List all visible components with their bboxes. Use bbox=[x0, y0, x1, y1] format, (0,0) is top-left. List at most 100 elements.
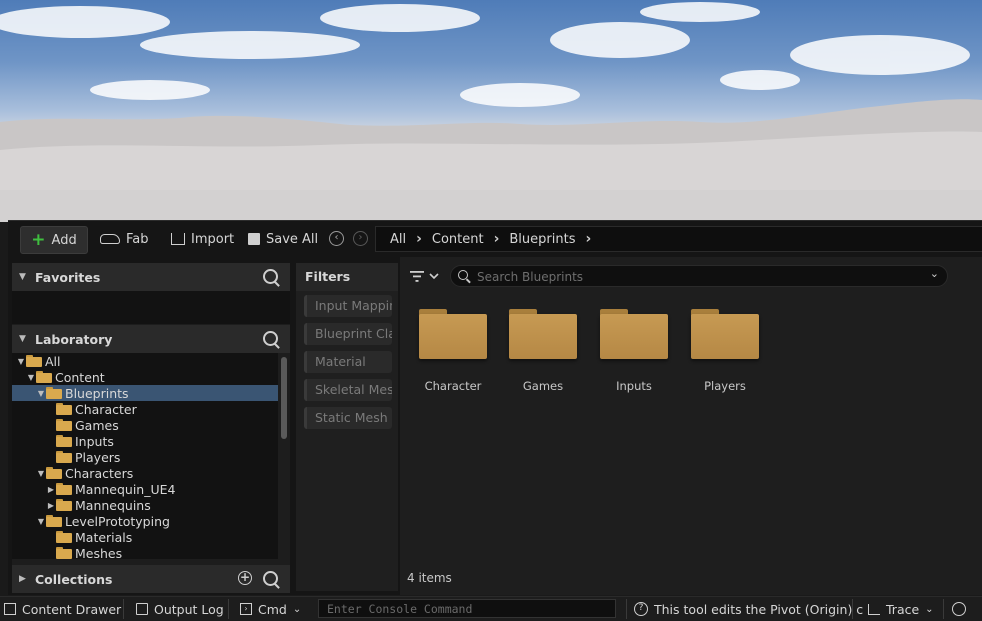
filter-chip[interactable]: Material bbox=[304, 351, 392, 373]
collections-header[interactable]: ▶ Collections + bbox=[12, 565, 290, 593]
folder-icon bbox=[46, 387, 62, 399]
tree-item-label: Inputs bbox=[75, 433, 114, 449]
console-command-field[interactable] bbox=[318, 599, 616, 618]
expand-arrow-icon[interactable]: ▼ bbox=[36, 389, 46, 398]
plus-icon: + bbox=[31, 229, 46, 250]
favorites-list bbox=[12, 291, 290, 324]
add-collection-icon[interactable]: + bbox=[238, 571, 252, 585]
search-bar[interactable]: ⌄ bbox=[450, 265, 948, 287]
tree-item[interactable]: Materials bbox=[12, 529, 278, 545]
tree-item-label: Content bbox=[55, 369, 105, 385]
filter-chip[interactable]: Skeletal Mes bbox=[304, 379, 392, 401]
tree-item[interactable]: Players bbox=[12, 449, 278, 465]
search-icon bbox=[458, 270, 468, 280]
content-browser-toolbar: + Add Fab Import Save All ‹ › All › Cont… bbox=[8, 221, 982, 257]
breadcrumb-all[interactable]: All bbox=[390, 232, 406, 247]
content-drawer-icon bbox=[4, 603, 16, 615]
save-icon bbox=[248, 233, 260, 245]
folder-tile-character[interactable]: Character bbox=[413, 305, 493, 393]
folder-tile-players[interactable]: Players bbox=[685, 305, 765, 393]
filter-chip[interactable]: Static Mesh bbox=[304, 407, 392, 429]
collapse-triangle-icon[interactable]: ▼ bbox=[19, 334, 29, 344]
favorites-header[interactable]: ▼ Favorites bbox=[12, 263, 290, 291]
tree-item-label: Players bbox=[75, 449, 121, 465]
folder-icon bbox=[56, 403, 72, 415]
output-log-button[interactable]: Output Log bbox=[136, 597, 224, 621]
favorites-title: Favorites bbox=[35, 269, 101, 285]
tree-item-label: Materials bbox=[75, 529, 133, 545]
filter-chip[interactable]: Input Mappin bbox=[304, 295, 392, 317]
add-label: Add bbox=[51, 232, 77, 248]
fab-button[interactable]: Fab bbox=[100, 226, 149, 252]
folder-icon bbox=[419, 309, 487, 359]
breadcrumb: All › Content › Blueprints › bbox=[375, 226, 982, 252]
tree-item[interactable]: ▶ Mannequin_UE4 bbox=[12, 481, 278, 497]
chevron-right-icon[interactable]: › bbox=[585, 231, 591, 247]
tree-item[interactable]: ▼ LevelPrototyping bbox=[12, 513, 278, 529]
collapse-triangle-icon[interactable]: ▼ bbox=[19, 272, 29, 282]
tree-item-label: LevelPrototyping bbox=[65, 513, 170, 529]
search-input[interactable] bbox=[475, 268, 919, 286]
save-all-label: Save All bbox=[266, 231, 319, 247]
folder-label: Players bbox=[704, 379, 746, 393]
chevron-down-icon[interactable]: ⌄ bbox=[930, 267, 939, 280]
import-label: Import bbox=[191, 231, 235, 247]
trace-button[interactable]: Trace ⌄ bbox=[868, 597, 934, 621]
tree-item[interactable]: Character bbox=[12, 401, 278, 417]
back-arrow-icon[interactable]: ‹ bbox=[329, 231, 344, 246]
filter-dropdown-button[interactable] bbox=[410, 269, 444, 285]
expand-arrow-icon[interactable]: ▼ bbox=[26, 373, 36, 382]
expand-triangle-icon[interactable]: ▶ bbox=[19, 574, 29, 584]
expand-arrow-icon[interactable]: ▼ bbox=[16, 357, 26, 366]
folder-icon bbox=[26, 355, 42, 367]
level-viewport[interactable] bbox=[0, 0, 982, 222]
tree-item[interactable]: Meshes bbox=[12, 545, 278, 559]
filter-chip[interactable]: Blueprint Cla bbox=[304, 323, 392, 345]
add-button[interactable]: + Add bbox=[20, 226, 88, 254]
laboratory-header[interactable]: ▼ Laboratory bbox=[12, 325, 290, 353]
tree-scrollbar[interactable] bbox=[281, 357, 287, 439]
chevron-right-icon[interactable]: › bbox=[494, 231, 500, 247]
tree-item[interactable]: ▼ All bbox=[12, 353, 278, 369]
chevron-down-icon[interactable]: ⌄ bbox=[293, 604, 301, 615]
tree-item[interactable]: ▶ Mannequins bbox=[12, 497, 278, 513]
import-button[interactable]: Import bbox=[171, 226, 234, 252]
folder-tile-inputs[interactable]: Inputs bbox=[594, 305, 674, 393]
trace-label: Trace bbox=[886, 601, 920, 617]
folder-icon bbox=[509, 309, 577, 359]
expand-arrow-icon[interactable]: ▼ bbox=[36, 469, 46, 478]
tree-item[interactable]: Inputs bbox=[12, 433, 278, 449]
expand-arrow-icon[interactable]: ▼ bbox=[36, 517, 46, 526]
tree-item[interactable]: ▼ Blueprints bbox=[12, 385, 278, 401]
console-input[interactable] bbox=[319, 600, 615, 617]
content-drawer-button[interactable]: Content Drawer bbox=[4, 597, 121, 621]
fab-icon bbox=[100, 234, 120, 244]
help-icon: ? bbox=[634, 602, 648, 616]
breadcrumb-content[interactable]: Content bbox=[432, 232, 484, 247]
save-all-button[interactable]: Save All bbox=[248, 226, 318, 252]
chevron-down-icon[interactable]: ⌄ bbox=[925, 604, 933, 615]
folder-icon bbox=[56, 547, 72, 559]
output-log-label: Output Log bbox=[154, 601, 224, 617]
source-control-button[interactable] bbox=[952, 597, 966, 621]
content-drawer-label: Content Drawer bbox=[22, 601, 122, 617]
collapse-arrow-icon[interactable]: ▶ bbox=[46, 485, 56, 494]
folder-icon bbox=[36, 371, 52, 383]
forward-arrow-icon[interactable]: › bbox=[353, 231, 368, 246]
search-icon[interactable] bbox=[263, 269, 278, 284]
tree-item-label: Meshes bbox=[75, 545, 123, 560]
breadcrumb-blueprints[interactable]: Blueprints bbox=[509, 232, 575, 247]
collapse-arrow-icon[interactable]: ▶ bbox=[46, 501, 56, 510]
fab-label: Fab bbox=[126, 231, 149, 247]
status-bar: Content Drawer Output Log › Cmd ⌄ ? This… bbox=[0, 596, 982, 621]
tree-item[interactable]: Games bbox=[12, 417, 278, 433]
filter-icon bbox=[410, 271, 439, 282]
search-icon[interactable] bbox=[263, 571, 278, 586]
cmd-button[interactable]: › Cmd ⌄ bbox=[240, 597, 301, 621]
chevron-right-icon[interactable]: › bbox=[416, 231, 422, 247]
folder-tile-games[interactable]: Games bbox=[503, 305, 583, 393]
tree-item[interactable]: ▼ Content bbox=[12, 369, 278, 385]
collections-title: Collections bbox=[35, 571, 113, 587]
tree-item[interactable]: ▼ Characters bbox=[12, 465, 278, 481]
search-icon[interactable] bbox=[263, 331, 278, 346]
